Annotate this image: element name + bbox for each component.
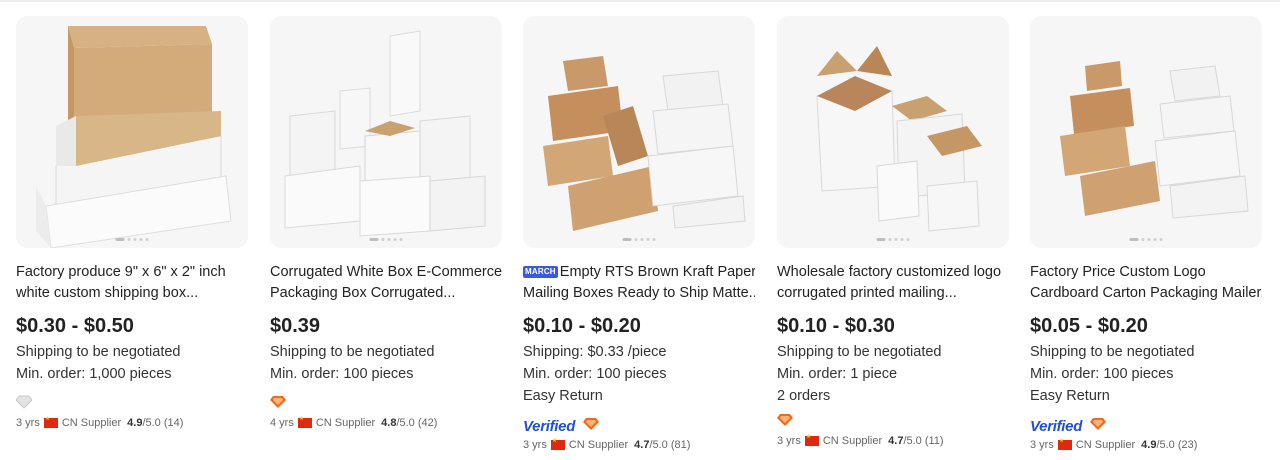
product-title[interactable]: Wholesale factory customized logo corrug… (777, 262, 1009, 303)
shipping-info: Shipping: $0.33 /piece (523, 344, 667, 360)
product-title[interactable]: MARCH Empty RTS Brown Kraft Paper Mailing… (523, 262, 755, 303)
product-price: $0.10 - $0.20 (523, 315, 641, 337)
supplier-country: CN Supplier (568, 439, 629, 451)
product-price: $0.05 - $0.20 (1030, 315, 1148, 337)
title-line: Factory Price Custom Logo (1030, 264, 1206, 280)
top-divider (0, 0, 1280, 2)
title-line: Cardboard Carton Packaging Mailer... (1030, 284, 1262, 301)
diamond-orange-icon (777, 413, 793, 432)
review-count: (14) (163, 417, 184, 429)
supplier-info[interactable]: 4 yrs CN Supplier 4.8 /5.0 (42) (270, 415, 438, 429)
verified-badge[interactable]: Verified (1030, 418, 1082, 435)
title-line: white custom shipping box... (16, 284, 199, 301)
title-line: Factory produce 9" x 6" x 2" inch (16, 264, 226, 280)
supplier-rating: 4.9 (1141, 439, 1157, 451)
shipping-info: Shipping to be negotiated (777, 344, 942, 360)
supplier-badges: Verified (523, 417, 600, 436)
rating-max: /5.0 (1156, 439, 1175, 451)
title-line: Mailing Boxes Ready to Ship Matte... (523, 284, 755, 301)
supplier-rating: 4.7 (634, 439, 650, 451)
shipping-info: Shipping to be negotiated (270, 344, 435, 360)
supplier-info[interactable]: 3 yrs CN Supplier 4.7 /5.0 (11) (777, 433, 944, 447)
supplier-info[interactable]: 3 yrs CN Supplier 4.9 /5.0 (14) (16, 415, 184, 429)
product-grid: Factory produce 9" x 6" x 2" inch white … (15, 16, 1264, 456)
title-line: Corrugated White Box E-Commerce (270, 264, 502, 280)
china-flag-icon (43, 415, 58, 428)
min-order: Min. order: 100 pieces (523, 366, 667, 382)
min-order: Min. order: 1 piece (777, 366, 898, 382)
product-image[interactable] (16, 16, 248, 248)
supplier-years: 3 yrs (777, 435, 801, 447)
china-flag-icon (1057, 437, 1072, 450)
supplier-info[interactable]: 3 yrs CN Supplier 4.9 /5.0 (23) (1030, 437, 1198, 451)
supplier-years: 3 yrs (16, 417, 40, 429)
supplier-country: CN Supplier (1075, 439, 1136, 451)
product-price: $0.39 (270, 315, 321, 337)
supplier-country: CN Supplier (61, 417, 122, 429)
easy-return: Easy Return (1030, 388, 1110, 404)
supplier-badges (777, 413, 793, 431)
product-card[interactable]: MARCH Empty RTS Brown Kraft Paper Mailing… (523, 16, 755, 456)
product-image[interactable] (1030, 16, 1262, 248)
supplier-country: CN Supplier (822, 435, 883, 447)
product-image[interactable] (270, 16, 502, 248)
title-line: Wholesale factory customized logo (777, 264, 1002, 280)
supplier-rating: 4.9 (127, 417, 143, 429)
title-line: corrugated printed mailing... (777, 284, 957, 301)
supplier-years: 3 yrs (1030, 439, 1054, 451)
review-count: (23) (1177, 439, 1198, 451)
product-title[interactable]: Corrugated White Box E-Commerce Packagin… (270, 262, 502, 303)
supplier-rating: 4.7 (888, 435, 904, 447)
march-promo-badge: MARCH (523, 266, 558, 278)
rating-max: /5.0 (903, 435, 922, 447)
product-title[interactable]: Factory Price Custom Logo Cardboard Cart… (1030, 262, 1262, 303)
min-order: Min. order: 100 pieces (270, 366, 414, 382)
supplier-years: 4 yrs (270, 417, 294, 429)
carousel-dots[interactable] (622, 238, 656, 241)
supplier-badges (270, 395, 286, 413)
china-flag-icon (550, 437, 565, 450)
product-image[interactable] (523, 16, 755, 248)
review-count: (81) (670, 439, 691, 451)
carousel-dots[interactable] (1129, 238, 1163, 241)
title-line: MARCH Empty RTS Brown Kraft Paper (523, 262, 755, 283)
review-count: (42) (417, 417, 438, 429)
supplier-badges (15, 395, 33, 414)
diamond-orange-icon (1090, 417, 1107, 436)
rating-max: /5.0 (649, 439, 668, 451)
min-order: Min. order: 100 pieces (1030, 366, 1174, 382)
diamond-gray-icon (15, 395, 33, 414)
supplier-rating: 4.8 (381, 417, 397, 429)
review-count: (11) (924, 435, 944, 447)
product-card[interactable]: Factory Price Custom Logo Cardboard Cart… (1030, 16, 1262, 456)
carousel-dots[interactable] (876, 238, 910, 241)
carousel-dots[interactable] (369, 238, 403, 241)
china-flag-icon (804, 433, 819, 446)
easy-return: Easy Return (523, 388, 603, 404)
supplier-info[interactable]: 3 yrs CN Supplier 4.7 /5.0 (81) (523, 437, 691, 451)
supplier-badges: Verified (1030, 417, 1107, 436)
min-order: Min. order: 1,000 pieces (16, 366, 172, 382)
product-price: $0.30 - $0.50 (16, 315, 134, 337)
title-line: Packaging Box Corrugated... (270, 284, 456, 301)
carousel-dots[interactable] (115, 238, 149, 241)
shipping-info: Shipping to be negotiated (16, 344, 181, 360)
product-image[interactable] (777, 16, 1009, 248)
china-flag-icon (297, 415, 312, 428)
diamond-orange-icon (583, 417, 600, 436)
product-card[interactable]: Corrugated White Box E-Commerce Packagin… (270, 16, 502, 456)
title-text: Empty RTS Brown Kraft Paper (559, 264, 755, 280)
order-count: 2 orders (777, 388, 831, 404)
product-card[interactable]: Factory produce 9" x 6" x 2" inch white … (15, 16, 248, 456)
shipping-info: Shipping to be negotiated (1030, 344, 1195, 360)
supplier-years: 3 yrs (523, 439, 547, 451)
product-card[interactable]: Wholesale factory customized logo corrug… (777, 16, 1009, 456)
supplier-country: CN Supplier (315, 417, 376, 429)
product-price: $0.10 - $0.30 (777, 315, 895, 337)
rating-max: /5.0 (142, 417, 161, 429)
diamond-orange-icon (270, 395, 286, 414)
rating-max: /5.0 (396, 417, 415, 429)
verified-badge[interactable]: Verified (523, 418, 575, 435)
product-title[interactable]: Factory produce 9" x 6" x 2" inch white … (16, 262, 248, 303)
